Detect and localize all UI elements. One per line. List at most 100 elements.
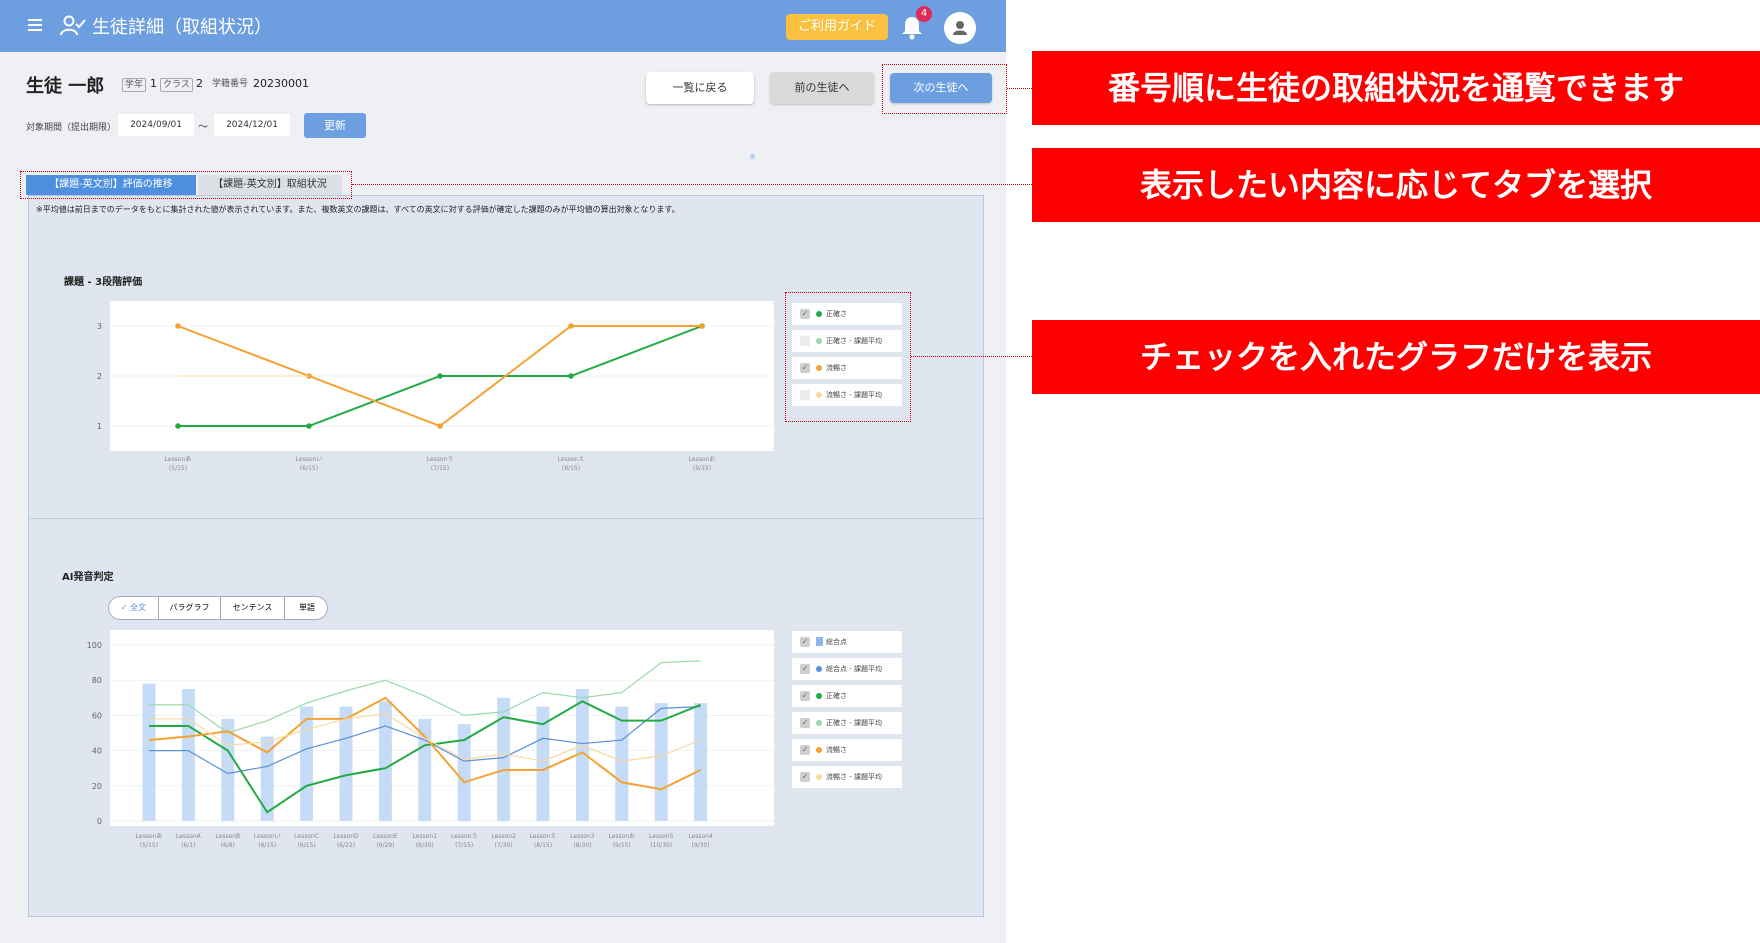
- date-to-input[interactable]: 2024/12/01: [214, 114, 290, 136]
- segment-sentence[interactable]: センテンス: [221, 597, 285, 619]
- chart2-y-tick: 60: [92, 711, 102, 720]
- chart1-y-tick: 1: [97, 422, 102, 431]
- segment-full-text-label: 全文: [130, 603, 147, 612]
- student-id-value: 20230001: [253, 77, 309, 90]
- checkbox-checked-icon[interactable]: ✓: [800, 745, 810, 755]
- chart2-bar: [694, 703, 708, 821]
- person-icon: [953, 21, 967, 35]
- chart2-x-tick: LessonD: [333, 833, 359, 840]
- page-title: 生徒詳細（取組状況）: [92, 17, 272, 38]
- tabs-callout-line: [352, 184, 1032, 185]
- legend-label: 総合点 - 課題平均: [826, 665, 882, 673]
- user-guide-button[interactable]: ご利用ガイド: [786, 14, 888, 40]
- checkbox-checked-icon[interactable]: ✓: [800, 691, 810, 701]
- chart2-x-tick-date: (6/8): [221, 842, 235, 849]
- chart2-bar: [615, 706, 629, 821]
- chart1-y-tick: 3: [97, 322, 102, 331]
- hamburger-menu-icon[interactable]: [28, 16, 48, 36]
- chart2-legend-item[interactable]: ✓ 総合点: [792, 631, 902, 653]
- chart2-x-tick: Lessonお: [608, 833, 635, 840]
- chart2-x-tick-date: (7/30): [495, 842, 513, 849]
- decorative-dot: [750, 154, 755, 159]
- chart1-data-point: [437, 373, 443, 379]
- chart1-x-tick-date: (8/15): [562, 465, 580, 472]
- chart2-x-tick-date: (7/15): [455, 842, 473, 849]
- chart2-y-tick: 40: [92, 747, 102, 756]
- chart1-x-tick: Lessonお: [689, 456, 716, 463]
- chart1-data-point: [568, 373, 574, 379]
- chart2-x-tick-date: (10/30): [650, 842, 672, 849]
- legend-marker-icon: [816, 693, 822, 699]
- callout-tabs: 表示したい内容に応じてタブを選択: [1032, 148, 1760, 222]
- chart2-legend-item[interactable]: ✓ 流暢さ - 課題平均: [792, 766, 902, 788]
- chart1-x-tick: Lessonい: [296, 456, 323, 463]
- chart2-x-tick-date: (6/30): [416, 842, 434, 849]
- grade-value: 1: [150, 77, 157, 90]
- checkbox-checked-icon[interactable]: ✓: [800, 718, 810, 728]
- chart2-x-tick-date: (6/29): [376, 842, 394, 849]
- avatar[interactable]: [944, 12, 976, 44]
- nav-highlight-box: [882, 64, 1007, 114]
- chart2-bar: [457, 724, 471, 821]
- segment-full-text[interactable]: ✓ 全文: [109, 597, 159, 619]
- section-divider: [28, 518, 984, 519]
- chart2-x-tick-date: (9/30): [692, 842, 710, 849]
- check-icon: ✓: [120, 603, 131, 612]
- legend-marker-icon: [816, 720, 822, 726]
- chart1-x-tick-date: (5/15): [169, 465, 187, 472]
- chart2-legend-item[interactable]: ✓ 流暢さ: [792, 739, 902, 761]
- legend-highlight-box: [785, 292, 911, 422]
- update-button[interactable]: 更新: [304, 113, 366, 138]
- prev-student-button[interactable]: 前の生徒へ: [770, 72, 874, 104]
- chart1-x-tick-date: (7/15): [431, 465, 449, 472]
- chart1-data-point: [175, 423, 181, 429]
- chart1-y-tick: 2: [97, 372, 102, 381]
- student-name: 生徒 一郎: [26, 76, 105, 97]
- chart2-y-tick: 80: [92, 676, 102, 685]
- chart1-svg: 1 2 3 Lessonあ (5/15) Lessonい (6/15) Lessonう (7/1…: [97, 322, 774, 472]
- chart1-x-tick-date: (9/15): [693, 465, 711, 472]
- chart2-x-tick-date: (9/15): [613, 842, 631, 849]
- chart2-bar: [418, 718, 432, 821]
- checkbox-checked-icon[interactable]: ✓: [800, 772, 810, 782]
- app-window: 生徒詳細（取組状況） ご利用ガイド 4 生徒 一郎 学年 1 クラス 2 学籍番…: [0, 0, 1006, 943]
- granularity-toggle: ✓ 全文 パラグラフ センテンス 単語: [108, 596, 328, 620]
- chart2-y-tick: 0: [97, 817, 102, 826]
- chart2-x-tick-date: (6/22): [337, 842, 355, 849]
- top-bar: 生徒詳細（取組状況） ご利用ガイド 4: [0, 0, 1006, 52]
- chart2-legend-item[interactable]: ✓ 正確さ - 課題平均: [792, 712, 902, 734]
- back-to-list-button[interactable]: 一覧に戻る: [646, 72, 754, 104]
- chart2-svg: 0 20 40 60 80 100 Lessonあ (5/15) LessonA (6/1) Les…: [87, 641, 774, 849]
- chart1-x-tick-date: (6/15): [300, 465, 318, 472]
- callout-legend: チェックを入れたグラフだけを表示: [1032, 320, 1760, 394]
- student-id-label: 学籍番号: [212, 79, 249, 89]
- chart1-x-tick: Lessonあ: [165, 456, 192, 463]
- chart2-legend-item[interactable]: ✓ 正確さ: [792, 685, 902, 707]
- segment-word[interactable]: 単語: [285, 597, 329, 619]
- legend-marker-icon: [816, 774, 822, 780]
- chart2-bar: [378, 701, 392, 821]
- chart2-x-tick: Lessonう: [451, 833, 478, 840]
- chart2-x-tick-date: (6/15): [258, 842, 276, 849]
- tabs-highlight-box: [20, 171, 352, 199]
- checkbox-checked-icon[interactable]: ✓: [800, 637, 810, 647]
- checkbox-checked-icon[interactable]: ✓: [800, 664, 810, 674]
- legend-callout-line: [911, 356, 1032, 357]
- legend-marker-icon: [816, 637, 823, 646]
- chart2-x-tick: Lesson1: [413, 833, 438, 840]
- period-tilde: 〜: [198, 122, 208, 133]
- chart2-legend-item[interactable]: ✓ 総合点 - 課題平均: [792, 658, 902, 680]
- class-value: 2: [196, 77, 203, 90]
- date-from-input[interactable]: 2024/09/01: [118, 114, 194, 136]
- average-note: ※平均値は前日までのデータをもとに集計された値が表示されています。また、複数英文…: [36, 205, 680, 214]
- segment-paragraph[interactable]: パラグラフ: [159, 597, 221, 619]
- legend-label: 流暢さ - 課題平均: [826, 773, 882, 781]
- chart1-data-point: [699, 323, 705, 329]
- chart2-x-tick-date: (8/30): [573, 842, 591, 849]
- legend-label: 正確さ - 課題平均: [826, 719, 882, 727]
- period-label: 対象期間（提出期限）: [26, 123, 117, 133]
- chart1-data-point: [568, 323, 574, 329]
- grade-label: 学年: [122, 78, 147, 92]
- chart2-x-tick-date: (6/15): [298, 842, 316, 849]
- chart2-x-tick: Lessonえ: [530, 833, 557, 840]
